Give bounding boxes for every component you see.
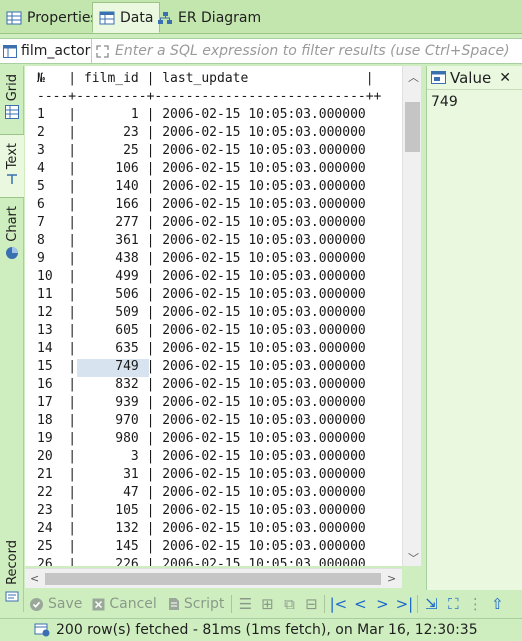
value-panel-icon	[431, 71, 446, 84]
status-bar: 200 row(s) fetched - 81ms (1ms fetch), o…	[0, 618, 522, 641]
fetch-status-icon	[34, 623, 50, 637]
properties-icon	[6, 11, 22, 24]
data-icon	[99, 11, 115, 24]
side-tab-chart-label: Chart	[4, 206, 20, 242]
value-panel-title: Value	[450, 68, 492, 87]
scroll-right-icon[interactable]: >	[387, 572, 396, 585]
cancel-button[interactable]: Cancel	[87, 593, 161, 615]
scroll-down-icon[interactable]: ﹀	[408, 550, 419, 566]
last-page-icon[interactable]: >|	[393, 593, 415, 615]
copy-row-icon[interactable]: ⧉	[278, 593, 300, 615]
status-text: 200 row(s) fetched - 81ms (1ms fetch), o…	[56, 622, 478, 638]
side-tab-record-label: Record	[4, 540, 20, 585]
horizontal-scroll-thumb[interactable]	[45, 573, 381, 585]
table-icon	[3, 44, 17, 58]
next-page-icon[interactable]: >	[371, 593, 393, 615]
table-name[interactable]: film_actor	[0, 39, 92, 63]
script-button[interactable]: Script	[162, 593, 230, 615]
add-row-icon[interactable]: ⊞	[256, 593, 278, 615]
record-icon	[5, 591, 19, 602]
view-switcher-panel: Grid Text Chart Record	[0, 66, 24, 612]
toolbar-separator	[231, 595, 233, 613]
results-toolbar: Save Cancel Script ☰ ⊞ ⧉ ⊟ |< < > >| ⇲ ⛶…	[24, 591, 522, 617]
delete-row-icon[interactable]: ⊟	[300, 593, 322, 615]
cell-value[interactable]: 749	[431, 94, 458, 110]
scroll-up-icon[interactable]: ︿	[408, 69, 419, 85]
results-text-view[interactable]: № | film_id | last_update | ----+-------…	[25, 66, 402, 566]
results-text: № | film_id | last_update | ----+-------…	[37, 71, 382, 566]
previous-page-icon[interactable]: <	[349, 593, 371, 615]
close-icon[interactable]: ✕	[499, 70, 511, 86]
edit-row-icon[interactable]: ☰	[234, 593, 256, 615]
table-name-label: film_actor	[21, 43, 91, 59]
first-page-icon[interactable]: |<	[327, 593, 349, 615]
vertical-scrollbar[interactable]: ︿ ﹀	[402, 66, 421, 566]
filter-bar: film_actor Enter a SQL expression to fil…	[0, 38, 522, 64]
value-panel: Value ✕ 749	[426, 66, 522, 590]
pie-chart-icon	[6, 246, 18, 259]
value-panel-header: Value ✕	[427, 66, 522, 90]
er-diagram-icon	[158, 11, 172, 24]
tab-er-diagram[interactable]: ER Diagram	[151, 2, 267, 33]
side-tab-grid[interactable]: Grid	[0, 74, 24, 120]
side-tab-record[interactable]: Record	[0, 540, 24, 603]
save-button[interactable]: Save	[24, 593, 87, 615]
text-icon	[7, 174, 17, 185]
side-tab-chart[interactable]: Chart	[0, 206, 24, 260]
check-icon	[30, 597, 43, 611]
grid-icon	[5, 105, 19, 120]
script-icon	[168, 598, 179, 610]
tab-data-label: Data	[120, 9, 154, 26]
expand-icon	[96, 44, 109, 58]
export-icon[interactable]: ⇧	[486, 593, 508, 615]
cancel-icon	[92, 598, 105, 610]
side-tab-text-label: Text	[4, 143, 20, 170]
horizontal-scrollbar[interactable]: < >	[25, 568, 402, 588]
side-tab-grid-label: Grid	[4, 74, 20, 102]
tab-er-diagram-label: ER Diagram	[178, 9, 262, 26]
side-tab-text[interactable]: Text	[0, 134, 24, 198]
editor-tab-bar: Properties Data ER Diagram	[0, 0, 522, 34]
toolbar-separator	[324, 595, 326, 613]
vertical-scroll-thumb[interactable]	[405, 102, 420, 152]
filter-input[interactable]: Enter a SQL expression to filter results…	[92, 43, 522, 59]
maximize-icon[interactable]: ⛶	[442, 593, 464, 615]
filter-placeholder: Enter a SQL expression to filter results…	[115, 43, 510, 59]
panel-toggle-icon[interactable]: ⇲	[420, 593, 442, 615]
script-label: Script	[183, 596, 225, 612]
toolbar-separator	[417, 595, 419, 613]
cancel-label: Cancel	[109, 596, 157, 612]
scroll-left-icon[interactable]: <	[30, 572, 39, 585]
tab-properties[interactable]: Properties	[0, 2, 104, 33]
tab-properties-label: Properties	[27, 9, 98, 26]
save-label: Save	[48, 596, 83, 612]
more-options-icon[interactable]: ⋮	[464, 593, 486, 615]
